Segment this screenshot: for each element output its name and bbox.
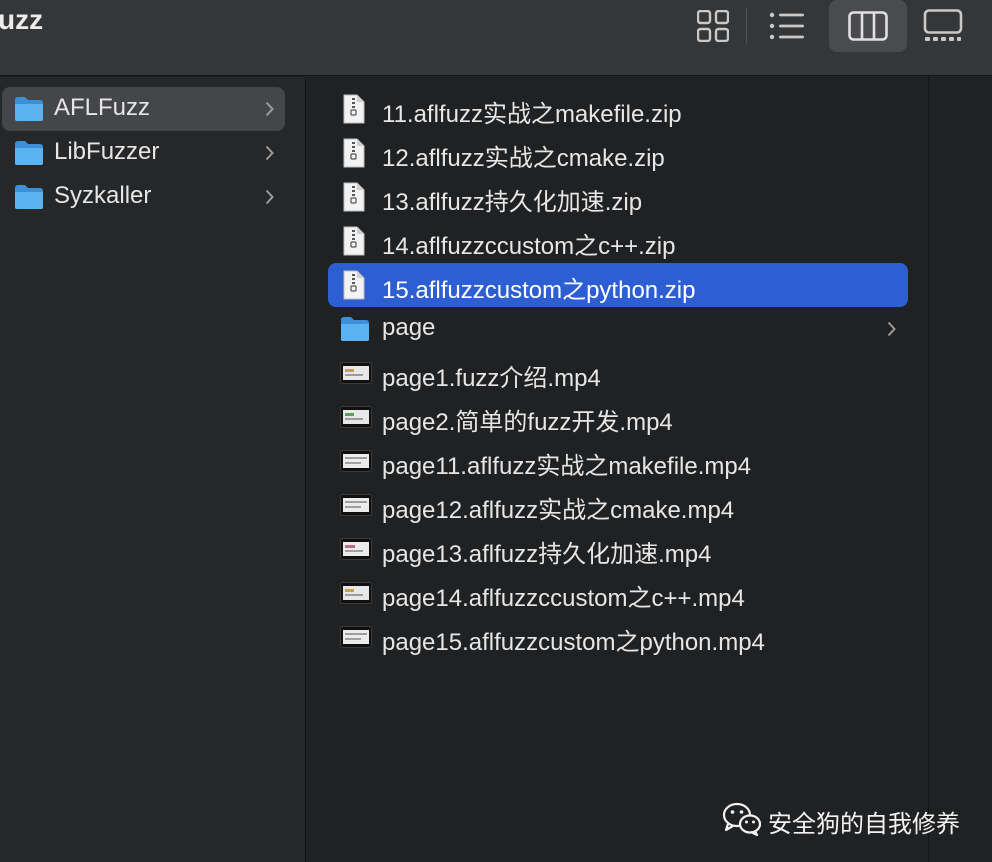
file-row[interactable]: page2.简单的fuzz开发.mp4 — [328, 395, 908, 439]
list-view-button[interactable] — [758, 0, 816, 52]
file-row[interactable]: page13.aflfuzz持久化加速.mp4 — [328, 527, 908, 571]
file-name: 15.aflfuzzcustom之python.zip — [382, 277, 696, 304]
column-browser: AFLFuzz LibFuzzer Syzkaller 11.aflfuzz实战… — [0, 77, 992, 862]
watermark-text: 安全狗的自我修养 — [768, 811, 960, 838]
chevron-right-icon — [887, 321, 896, 337]
chevron-right-icon — [265, 145, 274, 161]
grid-icon — [697, 10, 729, 42]
file-row[interactable]: 11.aflfuzz实战之makefile.zip — [328, 87, 908, 131]
sidebar-column: AFLFuzz LibFuzzer Syzkaller — [0, 77, 306, 862]
file-name: page — [382, 314, 436, 341]
file-name: page15.aflfuzzcustom之python.mp4 — [382, 629, 765, 656]
file-row[interactable]: page15.aflfuzzcustom之python.mp4 — [328, 615, 908, 659]
sidebar-item-label: LibFuzzer — [54, 138, 160, 165]
folder-icon — [15, 141, 43, 165]
file-name: 14.aflfuzzccustom之c++.zip — [382, 233, 676, 260]
zip-file-icon — [343, 182, 365, 212]
video-file-icon — [340, 450, 372, 472]
file-row[interactable]: 13.aflfuzz持久化加速.zip — [328, 175, 908, 219]
video-file-icon — [340, 626, 372, 648]
zip-file-icon — [343, 226, 365, 256]
toolbar-divider — [746, 8, 747, 44]
file-name: page14.aflfuzzccustom之c++.mp4 — [382, 585, 745, 612]
window-title: uzz — [0, 4, 44, 35]
files-column: 11.aflfuzz实战之makefile.zip 12.aflfuzz实战之c… — [306, 77, 929, 862]
file-row[interactable]: page1.fuzz介绍.mp4 — [328, 351, 908, 395]
video-file-icon — [340, 494, 372, 516]
video-file-icon — [340, 406, 372, 428]
file-name: page11.aflfuzz实战之makefile.mp4 — [382, 453, 752, 480]
folder-row-libfuzzer[interactable]: LibFuzzer — [2, 131, 285, 175]
file-row-selected[interactable]: 15.aflfuzzcustom之python.zip — [328, 263, 908, 307]
chevron-right-icon — [265, 101, 274, 117]
sidebar-item-label: AFLFuzz — [54, 94, 151, 121]
file-name: 13.aflfuzz持久化加速.zip — [382, 189, 643, 216]
icon-view-button[interactable] — [684, 0, 742, 52]
file-name: page12.aflfuzz实战之cmake.mp4 — [382, 497, 735, 524]
list-icon — [769, 12, 804, 40]
file-row[interactable]: 14.aflfuzzccustom之c++.zip — [328, 219, 908, 263]
chevron-right-icon — [265, 189, 274, 205]
file-name: 12.aflfuzz实战之cmake.zip — [382, 145, 665, 172]
file-row[interactable]: page11.aflfuzz实战之makefile.mp4 — [328, 439, 908, 483]
zip-file-icon — [343, 138, 365, 168]
preview-column — [929, 77, 992, 862]
folder-icon — [15, 185, 43, 209]
file-row[interactable]: page12.aflfuzz实战之cmake.mp4 — [328, 483, 908, 527]
video-file-icon — [340, 582, 372, 604]
file-row[interactable]: 12.aflfuzz实战之cmake.zip — [328, 131, 908, 175]
columns-icon — [848, 11, 888, 41]
folder-row-aflfuzz[interactable]: AFLFuzz — [2, 87, 285, 131]
folder-icon — [15, 97, 43, 121]
sidebar-item-label: Syzkaller — [54, 182, 152, 209]
gallery-view-button[interactable] — [914, 0, 972, 52]
gallery-icon — [923, 9, 963, 41]
video-file-icon — [340, 362, 372, 384]
wechat-icon — [722, 802, 762, 836]
file-name: page2.简单的fuzz开发.mp4 — [382, 409, 673, 436]
file-name: 11.aflfuzz实战之makefile.zip — [382, 101, 682, 128]
file-name: page1.fuzz介绍.mp4 — [382, 365, 601, 392]
folder-row-syzkaller[interactable]: Syzkaller — [2, 175, 285, 219]
zip-file-icon — [343, 270, 365, 300]
folder-row-page[interactable]: page — [328, 307, 908, 351]
zip-file-icon — [343, 94, 365, 124]
file-name: page13.aflfuzz持久化加速.mp4 — [382, 541, 712, 568]
folder-icon — [341, 317, 369, 341]
video-file-icon — [340, 538, 372, 560]
file-row[interactable]: page14.aflfuzzccustom之c++.mp4 — [328, 571, 908, 615]
column-view-button[interactable] — [829, 0, 907, 52]
toolbar: uzz — [0, 0, 992, 76]
